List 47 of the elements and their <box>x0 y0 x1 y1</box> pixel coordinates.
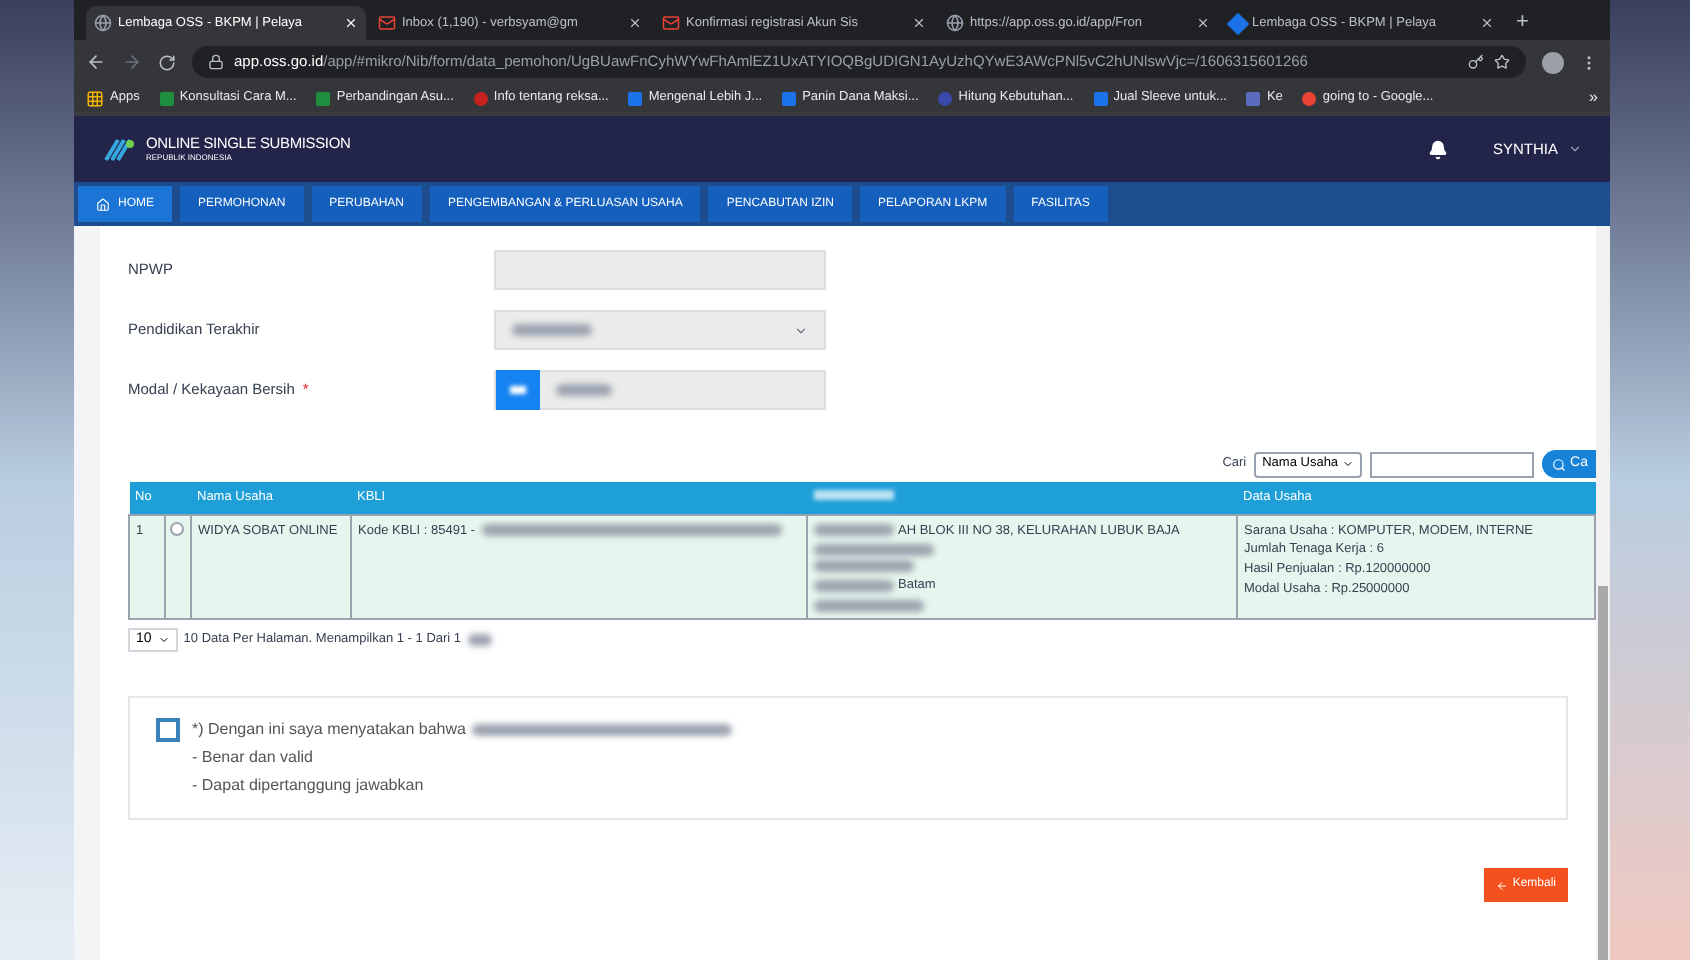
npwp-input-field[interactable] <box>494 250 826 290</box>
search-input-field[interactable] <box>1370 451 1535 477</box>
declaration-text: - Dapat dipertanggung jawabkan <box>192 774 424 798</box>
blurred-text <box>556 383 612 396</box>
blurred-text <box>814 524 894 537</box>
currency-prefix-icon <box>496 370 540 410</box>
globe-icon <box>946 14 964 32</box>
declaration-text: *) Dengan ini saya menyatakan bahwa <box>192 718 466 742</box>
globe-icon <box>94 14 112 32</box>
blurred-text <box>814 600 924 612</box>
more-bookmarks-button[interactable]: » <box>1589 86 1598 110</box>
avatar-icon[interactable] <box>1542 51 1564 73</box>
blurred-text <box>814 560 914 573</box>
table-row[interactable] <box>129 514 1595 619</box>
lock-icon <box>208 54 224 70</box>
mail-icon <box>662 14 680 32</box>
blurred-text <box>512 324 592 336</box>
back-icon[interactable] <box>86 52 106 72</box>
star-icon[interactable] <box>1494 54 1510 70</box>
close-icon[interactable] <box>628 16 642 30</box>
caret-icon <box>1342 458 1355 470</box>
reload-icon[interactable] <box>158 53 176 71</box>
row-radio[interactable] <box>170 521 184 535</box>
close-icon[interactable] <box>1196 16 1210 30</box>
caret-icon <box>794 323 808 337</box>
search-icon <box>1552 457 1567 471</box>
close-icon[interactable] <box>1480 16 1494 30</box>
caret-icon <box>1568 142 1582 156</box>
declaration-checkbox[interactable] <box>156 718 180 742</box>
mail-icon <box>378 14 396 32</box>
declaration-text: - Benar dan valid <box>192 746 313 770</box>
arrow-left-icon <box>1496 879 1509 891</box>
capital-input-field[interactable] <box>494 370 826 410</box>
forward-icon[interactable] <box>122 52 142 72</box>
caret-icon <box>157 634 170 646</box>
new-tab-button[interactable]: + <box>1506 6 1539 40</box>
logo-icon <box>102 135 138 163</box>
notification-bell-icon[interactable] <box>1428 139 1449 159</box>
key-icon[interactable] <box>1468 54 1484 70</box>
home-icon <box>96 197 110 211</box>
close-icon[interactable] <box>912 16 926 30</box>
blurred-text <box>814 544 934 557</box>
scrollbar-thumb[interactable] <box>1598 586 1608 960</box>
apps-grid-icon <box>86 89 104 107</box>
blurred-text <box>467 634 492 646</box>
logo-icon <box>1226 11 1250 35</box>
blurred-text <box>814 580 894 593</box>
